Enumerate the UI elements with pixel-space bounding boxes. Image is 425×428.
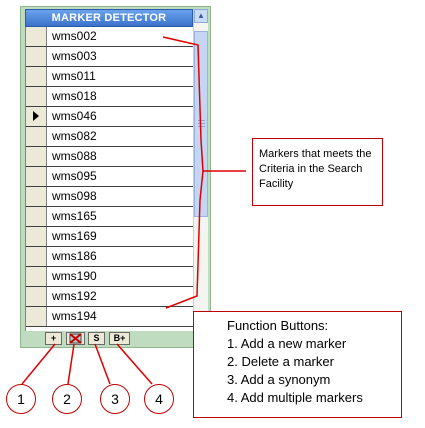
pointer-line-2 [67, 343, 75, 385]
number-badge-3: 3 [100, 384, 130, 414]
pointer-line-4 [116, 343, 153, 385]
pointer-line-1 [21, 343, 56, 385]
callout-title: Function Buttons: [227, 318, 329, 333]
list-item: 1. Add a new marker [227, 336, 347, 351]
markers-callout: Markers that meets the Criteria in the S… [252, 138, 383, 206]
list-item: 2. Delete a marker [227, 354, 334, 369]
list-item: 4. Add multiple markers [227, 390, 363, 405]
list-item: 3. Add a synonym [227, 372, 331, 387]
number-badge-4: 4 [144, 384, 174, 414]
number-badge-1: 1 [6, 384, 36, 414]
pointer-line-3 [94, 343, 111, 385]
number-badge-2: 2 [52, 384, 82, 414]
function-list: 1. Add a new marker 2. Delete a marker 3… [227, 335, 401, 407]
bracket-line [162, 36, 246, 309]
function-buttons-callout: Function Buttons: 1. Add a new marker 2.… [193, 311, 402, 418]
